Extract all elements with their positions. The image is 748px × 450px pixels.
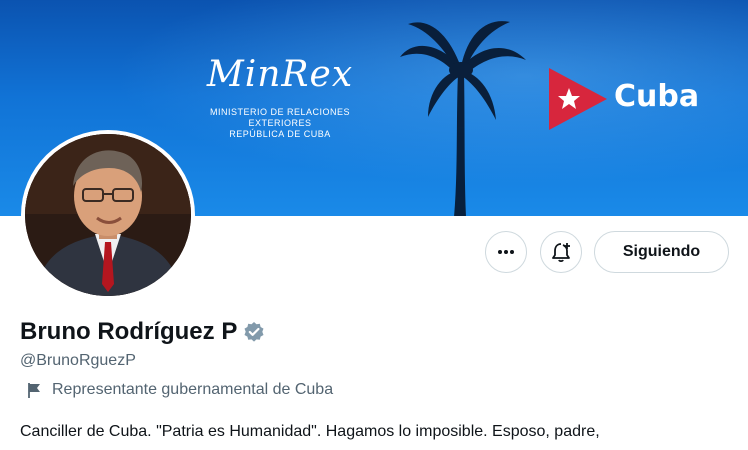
palm-tree-silhouette <box>400 21 526 216</box>
affiliation-text: Representante gubernamental de Cuba <box>52 381 334 398</box>
cuba-flag-triangle-icon <box>549 68 607 130</box>
more-options-button[interactable] <box>485 231 527 273</box>
more-dots-icon <box>498 250 514 254</box>
republic-name: REPÚBLICA DE CUBA <box>229 129 331 139</box>
minrex-logo-block: MinRex MINISTERIO DE RELACIONES EXTERIOR… <box>180 55 380 140</box>
avatar-photo <box>25 134 191 296</box>
following-button[interactable]: Siguiendo <box>594 231 729 273</box>
minrex-logo: MinRex <box>206 54 354 95</box>
flag-icon <box>28 383 40 398</box>
bell-plus-icon <box>552 243 570 263</box>
display-name: Bruno Rodríguez P <box>20 318 238 345</box>
notifications-button[interactable] <box>540 231 582 273</box>
user-handle: @BrunoRguezP <box>20 352 136 369</box>
name-row: Bruno Rodríguez P <box>20 318 265 346</box>
avatar[interactable] <box>21 130 195 300</box>
country-name: Cuba <box>614 79 700 114</box>
ministry-name: MINISTERIO DE RELACIONES EXTERIORES <box>209 107 351 128</box>
affiliation-label: Representante gubernamental de Cuba <box>26 381 333 399</box>
verified-badge-icon[interactable] <box>243 321 265 343</box>
profile-bio: Canciller de Cuba. "Patria es Humanidad"… <box>20 423 600 440</box>
